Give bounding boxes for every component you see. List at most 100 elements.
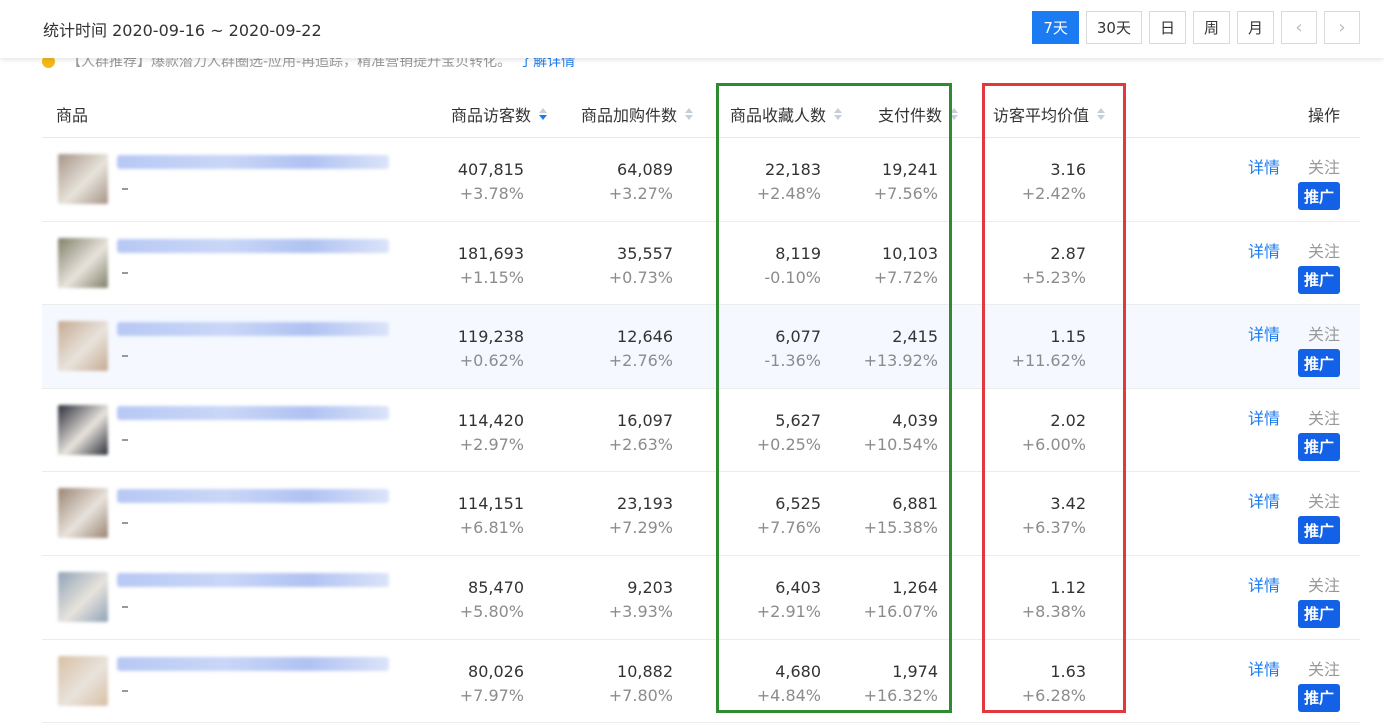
- col-actions: 操作: [1307, 106, 1340, 125]
- sort-icon[interactable]: [950, 107, 958, 121]
- visitors-value: 114,151: [457, 494, 524, 514]
- promote-button[interactable]: 推广: [1298, 599, 1340, 628]
- detail-link[interactable]: 详情: [1248, 321, 1280, 345]
- paid-change: +15.38%: [863, 518, 938, 538]
- col-visitors[interactable]: 商品访客数: [451, 102, 547, 126]
- paid-value: 4,039: [892, 410, 938, 430]
- visitors-change: +1.15%: [459, 267, 524, 287]
- cell-paid: 10,103 +7.72%: [874, 242, 938, 290]
- follow-link[interactable]: 关注: [1308, 572, 1340, 596]
- promote-button[interactable]: 推广: [1298, 349, 1340, 378]
- cell-visitors: 85,470 +5.80%: [460, 576, 524, 624]
- product-thumbnail[interactable]: [58, 404, 108, 455]
- product-thumbnail[interactable]: [58, 321, 108, 372]
- detail-link[interactable]: 详情: [1248, 572, 1280, 596]
- sort-icon[interactable]: [1097, 107, 1105, 121]
- cell-fav: 6,525 +7.76%: [757, 492, 821, 540]
- paid-value: 1,974: [892, 661, 938, 681]
- detail-link[interactable]: 详情: [1248, 154, 1280, 178]
- fav-change: +0.25%: [756, 434, 821, 454]
- sort-icon[interactable]: [685, 107, 693, 121]
- period-30d-button[interactable]: 30天: [1085, 11, 1142, 44]
- cart-value: 10,882: [617, 661, 673, 681]
- cart-value: 23,193: [617, 494, 673, 514]
- follow-link[interactable]: 关注: [1308, 488, 1340, 512]
- col-favorites[interactable]: 商品收藏人数: [730, 102, 842, 126]
- cell-cart: 35,557 +0.73%: [609, 242, 673, 290]
- visitors-change: +2.97%: [459, 434, 524, 454]
- period-month-button[interactable]: 月: [1236, 11, 1274, 44]
- product-name-blurred[interactable]: [117, 572, 389, 587]
- product-name-blurred[interactable]: [117, 656, 389, 671]
- detail-link[interactable]: 详情: [1248, 405, 1280, 429]
- promote-button[interactable]: 推广: [1298, 516, 1340, 545]
- detail-link[interactable]: 详情: [1248, 488, 1280, 512]
- cart-value: 35,557: [617, 243, 673, 263]
- cell-avg: 1.15 +11.62%: [1012, 325, 1086, 373]
- paid-change: +7.72%: [873, 267, 938, 287]
- cart-change: +3.27%: [608, 184, 673, 203]
- product-name-blurred[interactable]: [117, 489, 389, 504]
- product-name-blurred[interactable]: [117, 405, 389, 420]
- promote-button[interactable]: 推广: [1298, 683, 1340, 712]
- fav-change: +4.84%: [756, 685, 821, 705]
- period-week-button[interactable]: 周: [1192, 11, 1230, 44]
- sort-icon[interactable]: [539, 107, 547, 121]
- follow-link[interactable]: 关注: [1308, 656, 1340, 680]
- period-day-button[interactable]: 日: [1148, 11, 1186, 44]
- product-subtitle-blurred: [122, 605, 128, 608]
- detail-link[interactable]: 详情: [1248, 238, 1280, 262]
- promote-button[interactable]: 推广: [1298, 265, 1340, 294]
- col-avg-value[interactable]: 访客平均价值: [993, 102, 1105, 126]
- fav-value: 6,525: [775, 494, 821, 514]
- fav-value: 4,680: [775, 661, 821, 681]
- chevron-left-icon[interactable]: ‹: [1281, 11, 1317, 44]
- product-thumbnail[interactable]: [58, 488, 108, 539]
- avg-change: +11.62%: [1011, 351, 1086, 371]
- follow-link[interactable]: 关注: [1308, 321, 1340, 345]
- follow-link[interactable]: 关注: [1308, 154, 1340, 178]
- cell-paid: 4,039 +10.54%: [864, 409, 938, 457]
- product-thumbnail[interactable]: [58, 154, 108, 204]
- product-thumbnail[interactable]: [58, 655, 108, 706]
- col-cart[interactable]: 商品加购件数: [581, 102, 693, 126]
- product-name-blurred[interactable]: [117, 155, 389, 169]
- cell-visitors: 114,151 +6.81%: [458, 492, 524, 540]
- period-7d-button[interactable]: 7天: [1032, 11, 1079, 44]
- cell-avg: 1.12 +8.38%: [1022, 576, 1086, 624]
- cell-cart: 64,089 +3.27%: [609, 158, 673, 206]
- cell-visitors: 407,815 +3.78%: [458, 158, 524, 206]
- col-paid[interactable]: 支付件数: [878, 102, 958, 126]
- cell-visitors: 181,693 +1.15%: [458, 242, 524, 290]
- cell-paid: 6,881 +15.38%: [864, 492, 938, 540]
- paid-change: +10.54%: [863, 434, 938, 454]
- table-row: 85,470 +5.80% 9,203 +3.93% 6,403 +2.91% 1,264 +…: [42, 556, 1360, 640]
- sort-icon[interactable]: [834, 107, 842, 121]
- cell-visitors: 80,026 +7.97%: [460, 660, 524, 708]
- paid-value: 19,241: [882, 160, 938, 179]
- fav-value: 5,627: [775, 410, 821, 430]
- cell-fav: 6,077 -1.36%: [764, 325, 821, 373]
- paid-change: +16.07%: [863, 601, 938, 621]
- follow-link[interactable]: 关注: [1308, 238, 1340, 262]
- follow-link[interactable]: 关注: [1308, 405, 1340, 429]
- product-thumbnail[interactable]: [58, 237, 108, 288]
- date-range-label: 统计时间 2020-09-16 ~ 2020-09-22: [43, 21, 322, 40]
- promote-button[interactable]: 推广: [1298, 432, 1340, 461]
- chevron-right-icon[interactable]: ›: [1324, 11, 1360, 44]
- fav-change: +2.91%: [756, 601, 821, 621]
- period-selector: 7天 30天 日 周 月 ‹ ›: [1025, 11, 1360, 44]
- product-thumbnail[interactable]: [58, 571, 108, 622]
- cell-cart: 23,193 +7.29%: [609, 492, 673, 540]
- detail-link[interactable]: 详情: [1248, 656, 1280, 680]
- cell-cart: 10,882 +7.80%: [609, 660, 673, 708]
- paid-change: +13.92%: [863, 351, 938, 371]
- product-name-blurred[interactable]: [117, 238, 389, 253]
- product-subtitle-blurred: [122, 689, 128, 692]
- cell-avg: 2.02 +6.00%: [1022, 409, 1086, 457]
- fav-value: 8,119: [775, 243, 821, 263]
- product-name-blurred[interactable]: [117, 322, 389, 337]
- avg-value: 3.42: [1050, 494, 1086, 514]
- promote-button[interactable]: 推广: [1298, 182, 1340, 210]
- cell-fav: 4,680 +4.84%: [757, 660, 821, 708]
